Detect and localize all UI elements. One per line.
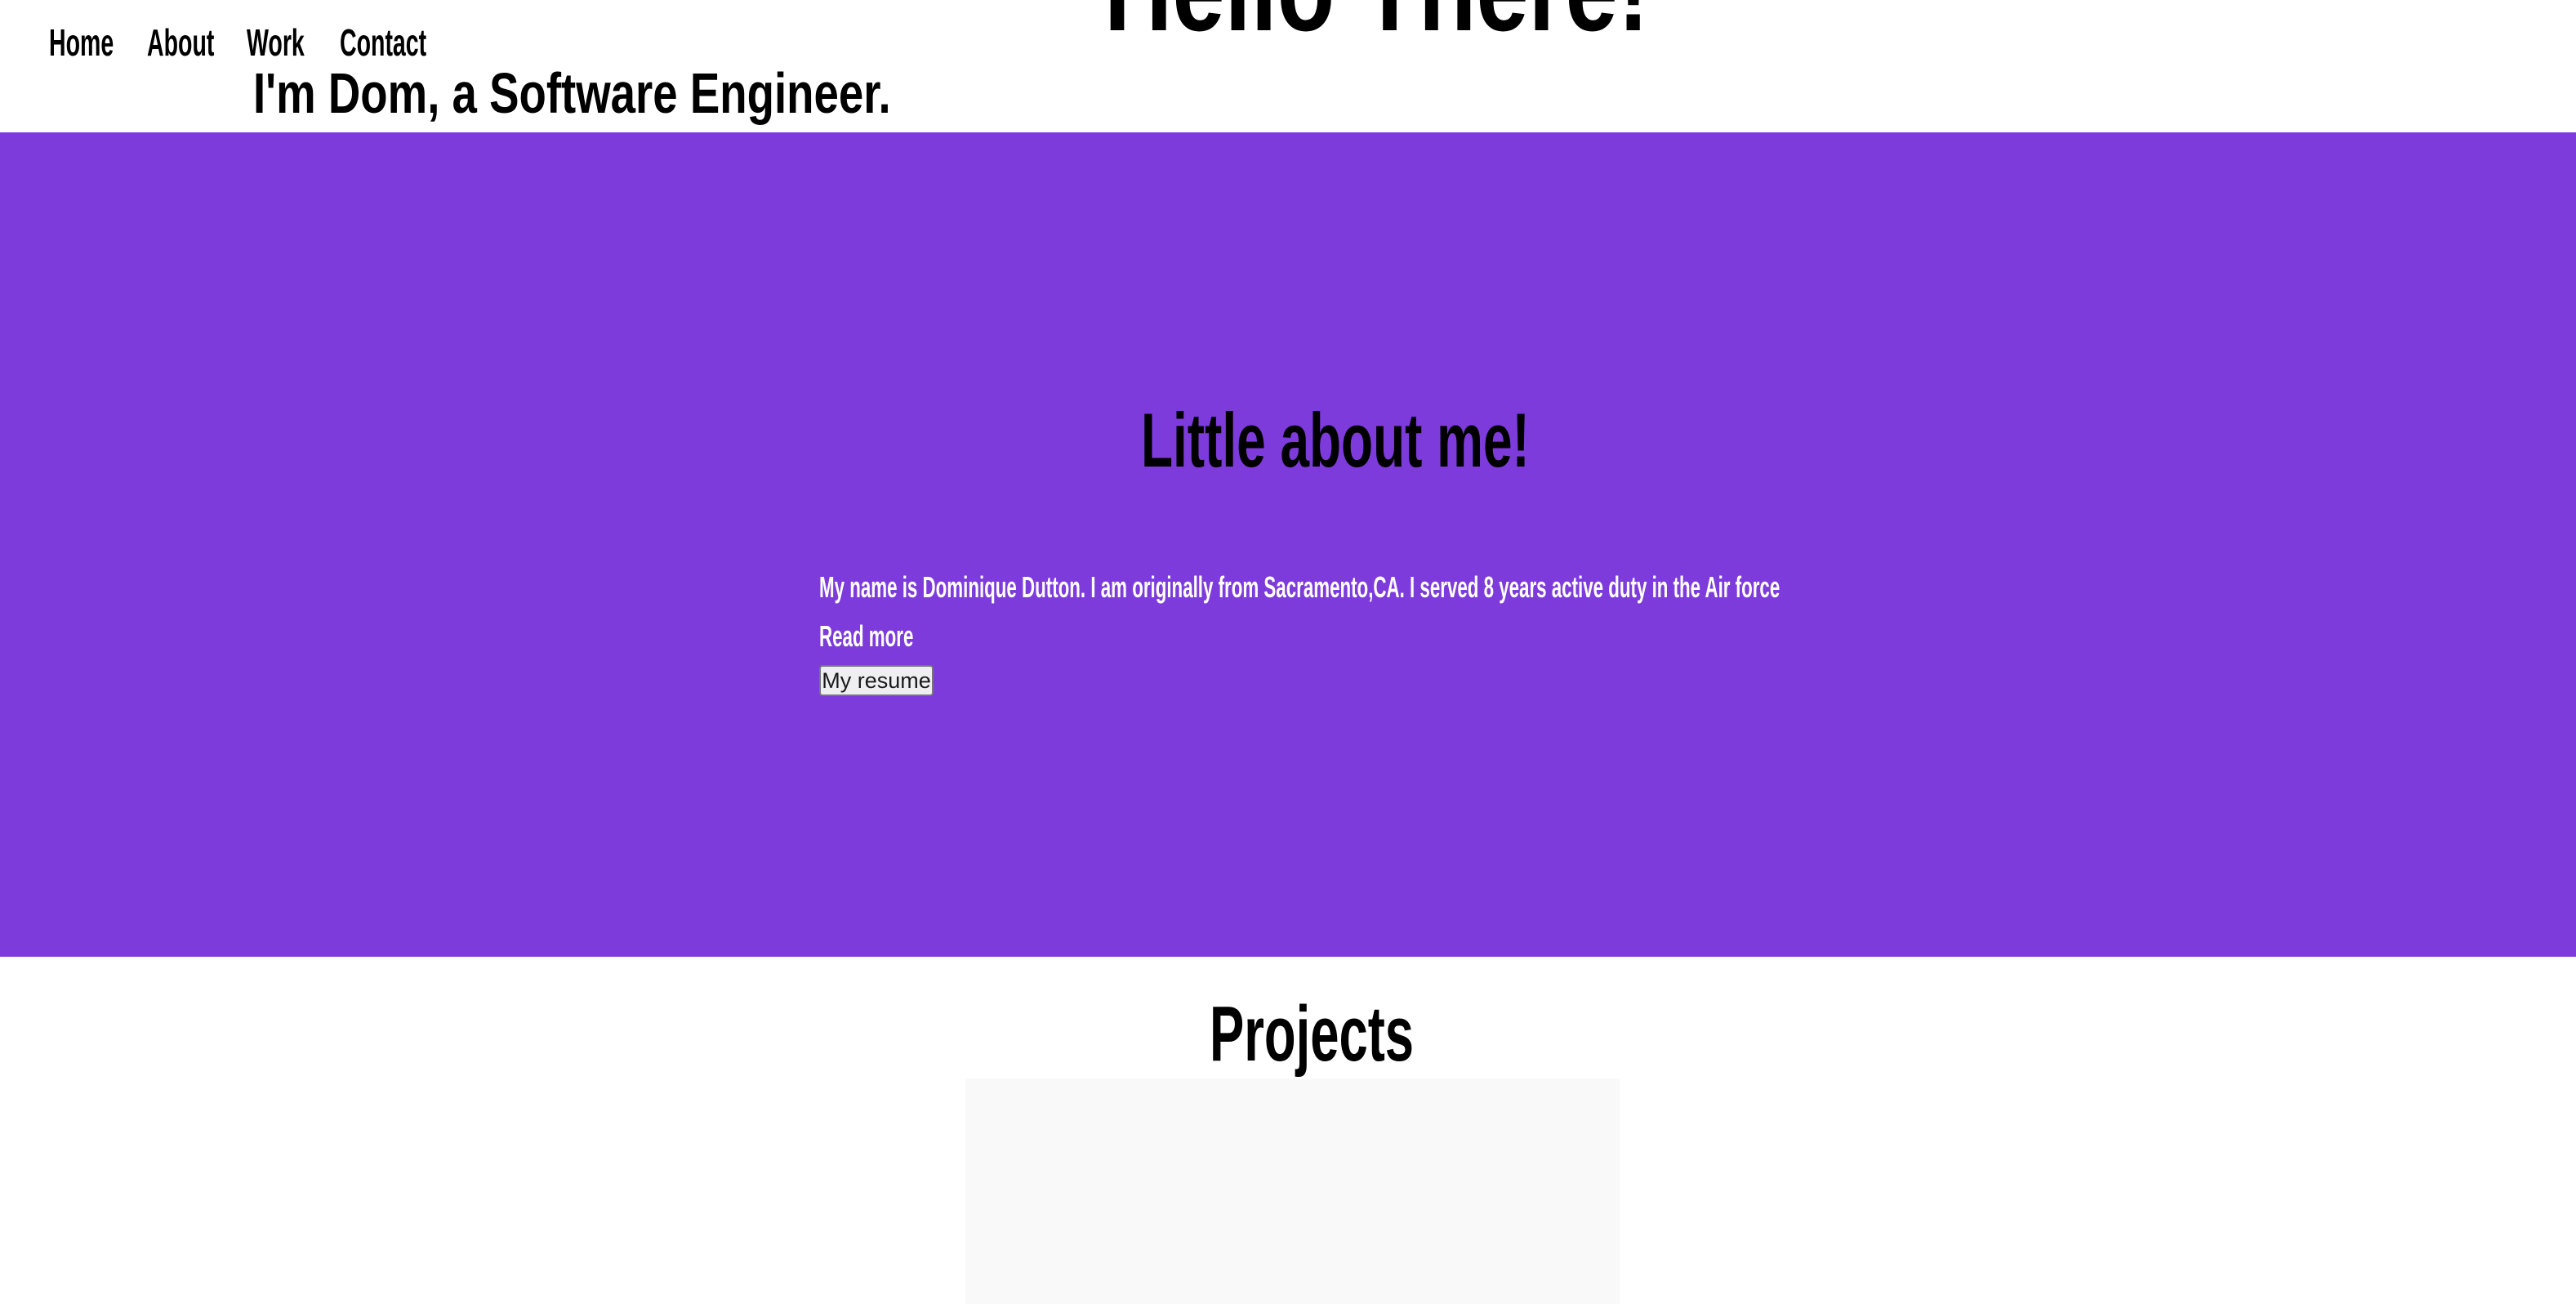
about-title: Little about me! (1141, 397, 1530, 483)
hero-subtitle: I'm Dom, a Software Engineer. (253, 61, 891, 125)
site-header: Hello There! Home About Work Contact I'm… (0, 0, 2576, 132)
about-section: Little about me! My name is Dominique Du… (0, 132, 2576, 957)
about-text: My name is Dominique Dutton. I am origin… (819, 570, 1780, 604)
nav-link-about[interactable]: About (147, 18, 214, 67)
nav-link-home[interactable]: Home (49, 18, 114, 67)
read-more-link[interactable]: Read more (819, 616, 913, 657)
project-card[interactable] (965, 1078, 1620, 1304)
projects-title: Projects (1210, 990, 1415, 1078)
resume-button[interactable]: My resume (819, 665, 934, 696)
nav-link-work[interactable]: Work (247, 18, 305, 67)
hero-title: Hello There! (1104, 0, 1649, 51)
nav-link-contact[interactable]: Contact (340, 18, 426, 67)
